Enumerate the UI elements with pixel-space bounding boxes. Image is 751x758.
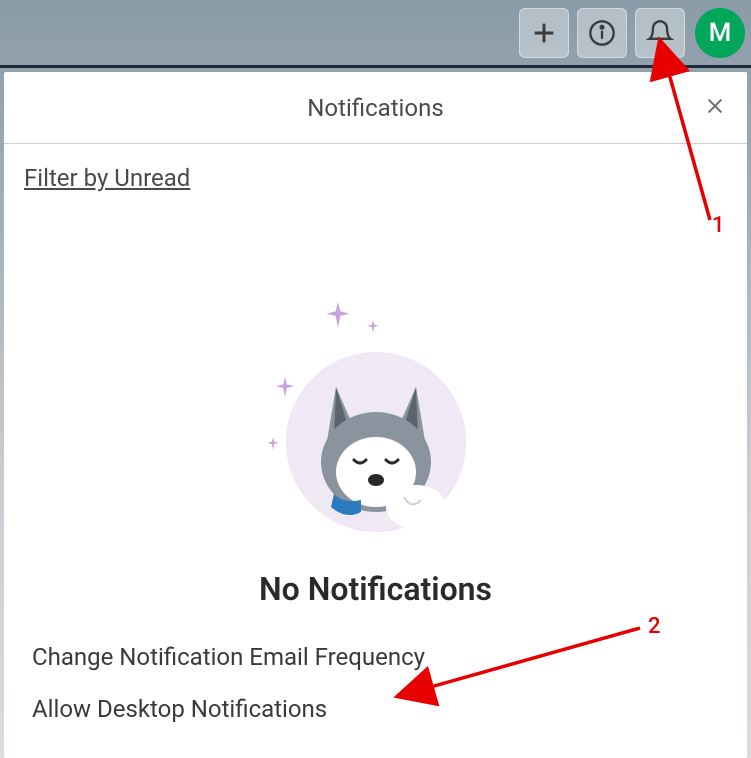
notifications-panel: Notifications Filter by Unread — [4, 72, 747, 758]
top-toolbar: M — [0, 0, 751, 68]
annotation-label-1: 1 — [712, 213, 725, 238]
info-button[interactable] — [577, 8, 627, 58]
user-avatar[interactable]: M — [695, 8, 745, 58]
settings-links: Change Notification Email Frequency Allo… — [4, 608, 747, 723]
add-button[interactable] — [519, 8, 569, 58]
allow-desktop-notifications-link[interactable]: Allow Desktop Notifications — [32, 695, 719, 723]
info-icon — [588, 19, 616, 47]
annotation-label-2: 2 — [648, 614, 661, 639]
filter-row: Filter by Unread — [4, 144, 747, 212]
panel-title: Notifications — [307, 94, 443, 122]
plus-icon — [530, 19, 558, 47]
panel-header: Notifications — [4, 72, 747, 144]
close-icon — [704, 95, 726, 117]
filter-unread-link[interactable]: Filter by Unread — [24, 164, 190, 192]
sleeping-dog-icon — [286, 352, 466, 532]
close-button[interactable] — [701, 92, 729, 120]
avatar-initial: M — [709, 18, 732, 48]
empty-state: No Notifications — [4, 302, 747, 608]
bell-icon — [646, 19, 674, 47]
change-email-frequency-link[interactable]: Change Notification Email Frequency — [32, 643, 719, 671]
notifications-button[interactable] — [635, 8, 685, 58]
empty-state-title: No Notifications — [259, 570, 492, 608]
mascot-illustration — [266, 302, 486, 542]
